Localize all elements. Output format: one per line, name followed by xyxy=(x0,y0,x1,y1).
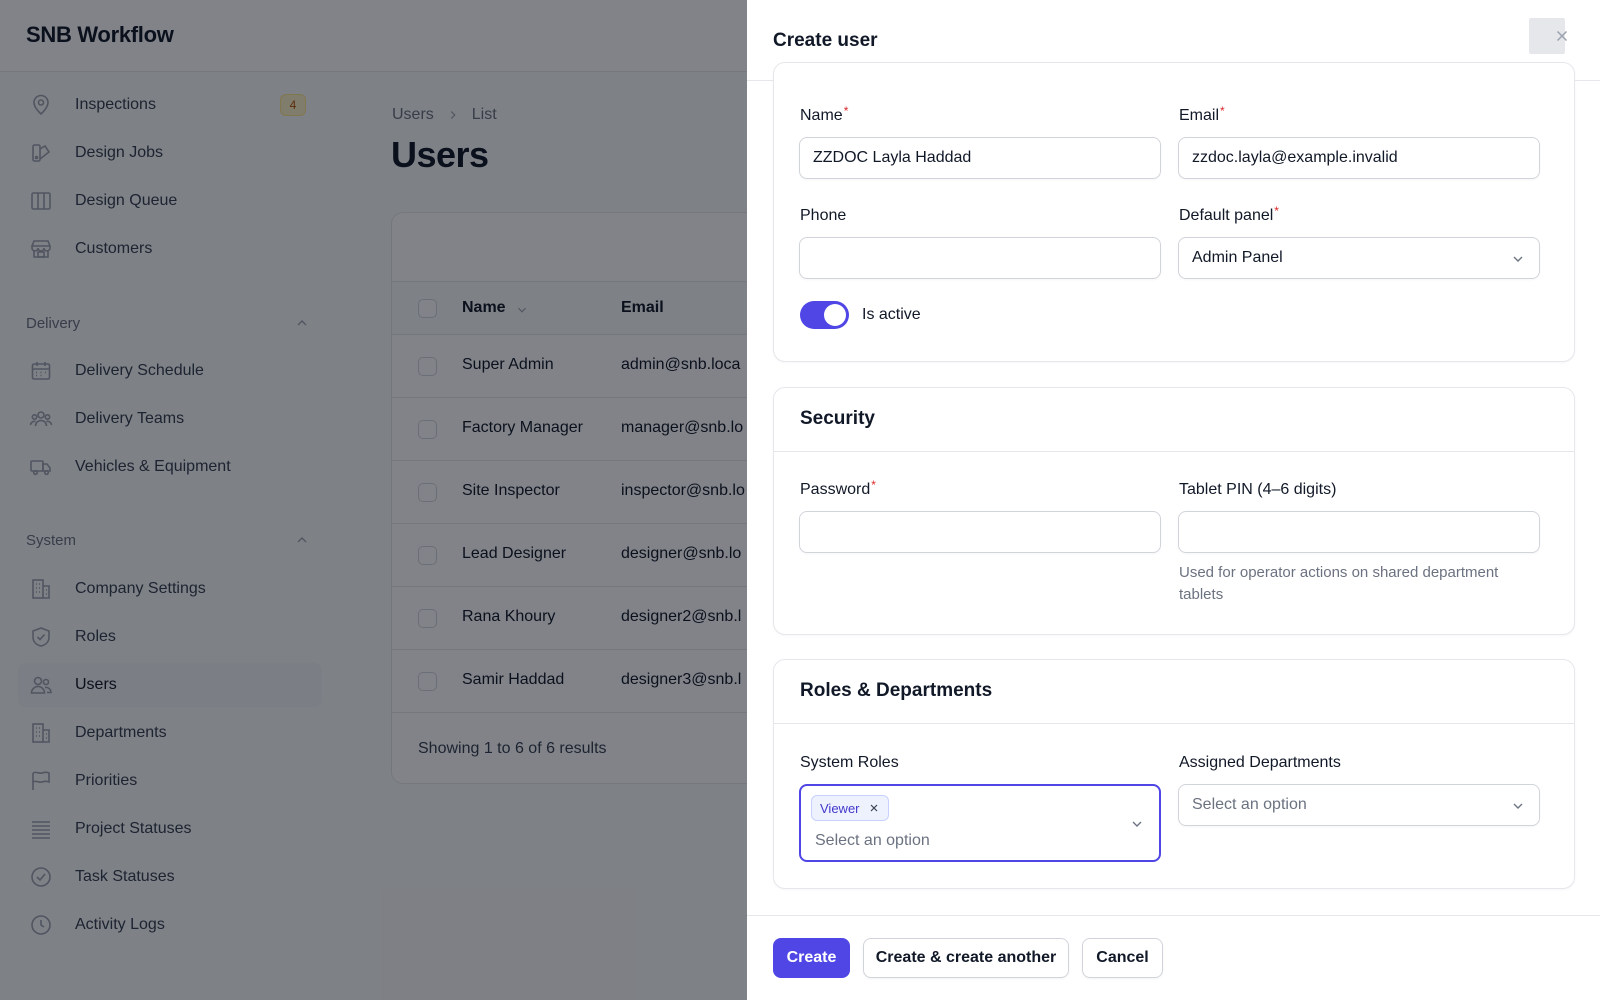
tablet-pin-label: Tablet PIN (4–6 digits) xyxy=(1179,481,1337,498)
tablet-pin-field[interactable] xyxy=(1178,511,1540,553)
password-field[interactable] xyxy=(799,511,1161,553)
is-active-label: Is active xyxy=(862,306,921,323)
user-details-section: Name* Email* Phone Default panel* Admin … xyxy=(773,62,1575,362)
system-roles-multiselect[interactable]: Viewer Select an option xyxy=(799,784,1161,862)
password-label: Password* xyxy=(800,478,876,498)
email-label: Email* xyxy=(1179,104,1225,124)
assigned-departments-label: Assigned Departments xyxy=(1179,754,1341,771)
remove-chip-icon[interactable] xyxy=(868,802,880,814)
system-roles-label: System Roles xyxy=(800,754,899,771)
email-field[interactable] xyxy=(1178,137,1540,179)
name-label: Name* xyxy=(800,104,849,124)
panel-footer: Create Create & create another Cancel xyxy=(747,915,1600,1000)
required-marker: * xyxy=(871,478,876,492)
required-marker: * xyxy=(1274,204,1279,218)
cancel-button[interactable]: Cancel xyxy=(1082,938,1163,978)
section-header: Security xyxy=(774,388,1574,452)
is-active-toggle[interactable] xyxy=(800,301,849,329)
section-header: Roles & Departments xyxy=(774,660,1574,724)
name-field[interactable] xyxy=(799,137,1161,179)
roles-departments-section: Roles & Departments System Roles Viewer … xyxy=(773,659,1575,889)
phone-label: Phone xyxy=(800,207,847,224)
required-marker: * xyxy=(1220,104,1225,118)
create-another-button[interactable]: Create & create another xyxy=(863,938,1069,978)
security-section: Security Password* Tablet PIN (4–6 digit… xyxy=(773,387,1575,635)
chevron-down-icon xyxy=(1513,256,1523,262)
panel-title: Create user xyxy=(773,30,878,51)
default-panel-value: Admin Panel xyxy=(1192,249,1283,266)
toggle-knob xyxy=(824,304,846,326)
assigned-departments-select[interactable]: Select an option xyxy=(1178,784,1540,826)
system-roles-placeholder: Select an option xyxy=(815,832,930,849)
section-title: Security xyxy=(800,408,875,429)
role-chip-viewer: Viewer xyxy=(811,795,889,821)
default-panel-select[interactable]: Admin Panel xyxy=(1178,237,1540,279)
default-panel-label: Default panel* xyxy=(1179,204,1279,224)
create-button[interactable]: Create xyxy=(773,938,850,978)
section-title: Roles & Departments xyxy=(800,680,993,701)
close-button[interactable] xyxy=(1529,18,1568,54)
chip-label: Viewer xyxy=(820,800,860,816)
required-marker: * xyxy=(843,104,849,118)
chevron-down-icon xyxy=(1132,821,1142,827)
phone-field[interactable] xyxy=(799,237,1161,279)
chevron-down-icon xyxy=(1513,803,1523,809)
tablet-pin-hint: Used for operator actions on shared depa… xyxy=(1179,564,1499,603)
assigned-departments-placeholder: Select an option xyxy=(1192,796,1307,813)
create-user-panel: Create user Name* Email* Phone Default p… xyxy=(747,0,1600,1000)
close-icon xyxy=(1556,30,1568,42)
